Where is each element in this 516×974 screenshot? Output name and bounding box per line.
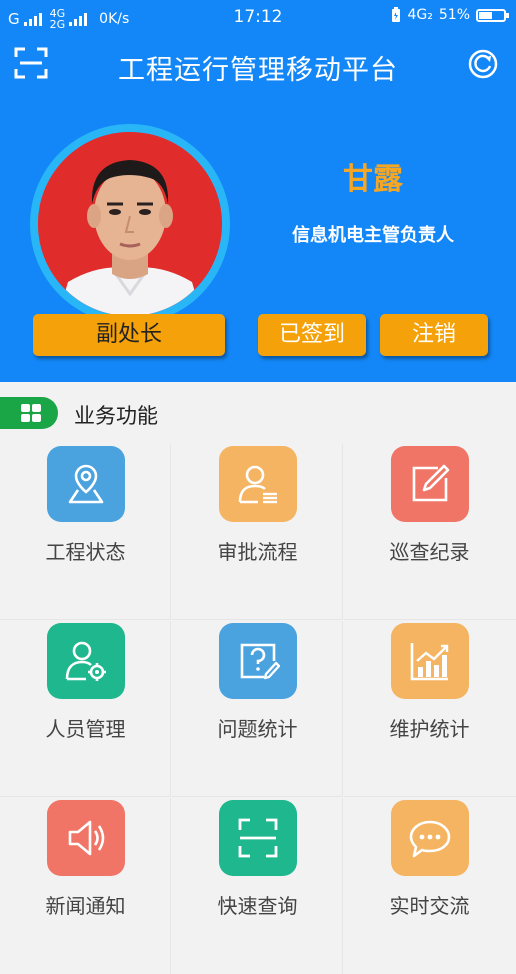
tile-background (47, 446, 125, 522)
function-quick-query[interactable]: 快速查询 (172, 798, 343, 974)
function-label: 实时交流 (389, 894, 470, 918)
bar-chart-icon (410, 643, 449, 681)
function-label: 快速查询 (217, 894, 298, 918)
section-pill (0, 397, 58, 429)
tile-background (219, 623, 297, 699)
avatar-photo (38, 132, 222, 316)
battery-saver-icon (391, 7, 400, 22)
function-label: 工程状态 (45, 540, 126, 564)
user-settings-icon (65, 641, 106, 681)
tile-background (391, 800, 469, 876)
function-label: 审批流程 (217, 540, 298, 564)
section-title: 业务功能 (74, 404, 158, 428)
battery-percent: 51% (438, 7, 470, 23)
edit-record-icon (412, 464, 450, 502)
map-location-icon (68, 464, 104, 504)
function-grid: 工程状态 审批流程 巡查纪录 人员管理 问题统计 维护统计 新闻通知 快速查询 … (0, 444, 516, 974)
status-bar: G 4G 2G 0K/s 17:12 4G₂ 51% (0, 0, 516, 34)
avatar (38, 132, 222, 316)
function-label: 新闻通知 (45, 894, 126, 918)
user-approval-icon (238, 465, 277, 504)
tile-background (391, 623, 469, 699)
network-type-right: 4G₂ (407, 7, 433, 23)
function-patrol-record[interactable]: 巡查纪录 (344, 444, 516, 620)
battery-icon (476, 8, 509, 22)
function-project-status[interactable]: 工程状态 (0, 444, 171, 620)
tile-background (219, 800, 297, 876)
avatar-frame[interactable] (30, 124, 230, 324)
grid-menu-icon (21, 404, 41, 422)
chat-bubble-icon (409, 820, 451, 858)
section-header: 业务功能 (0, 382, 516, 444)
tile-background (47, 800, 125, 876)
title-bar: 工程运行管理移动平台 (0, 40, 516, 90)
scan-frame-icon (238, 818, 278, 858)
refresh-icon[interactable] (468, 49, 498, 79)
function-label: 维护统计 (389, 717, 470, 741)
function-label: 人员管理 (45, 717, 126, 741)
function-live-chat[interactable]: 实时交流 (344, 798, 516, 974)
status-right: 4G₂ 51% (390, 7, 509, 23)
function-personnel[interactable]: 人员管理 (0, 621, 171, 797)
question-edit-icon (240, 643, 280, 680)
sign-in-button[interactable]: 已签到 (258, 314, 366, 356)
function-label: 问题统计 (217, 717, 298, 741)
function-approval-flow[interactable]: 审批流程 (172, 444, 343, 620)
tile-background (391, 446, 469, 522)
speaker-icon (68, 820, 105, 856)
function-issue-stats[interactable]: 问题统计 (172, 621, 343, 797)
tile-background (47, 623, 125, 699)
app-title: 工程运行管理移动平台 (118, 55, 398, 86)
user-name: 甘露 (343, 162, 403, 197)
user-role: 信息机电主管负责人 (292, 225, 454, 246)
rank-badge: 副处长 (33, 314, 225, 356)
tile-background (219, 446, 297, 522)
function-maintenance-stats[interactable]: 维护统计 (344, 621, 516, 797)
logout-button[interactable]: 注销 (380, 314, 488, 356)
function-news[interactable]: 新闻通知 (0, 798, 171, 974)
function-label: 巡查纪录 (389, 540, 470, 564)
profile-header: G 4G 2G 0K/s 17:12 4G₂ 51% 工程运行管理移动平台 甘露… (0, 0, 516, 382)
